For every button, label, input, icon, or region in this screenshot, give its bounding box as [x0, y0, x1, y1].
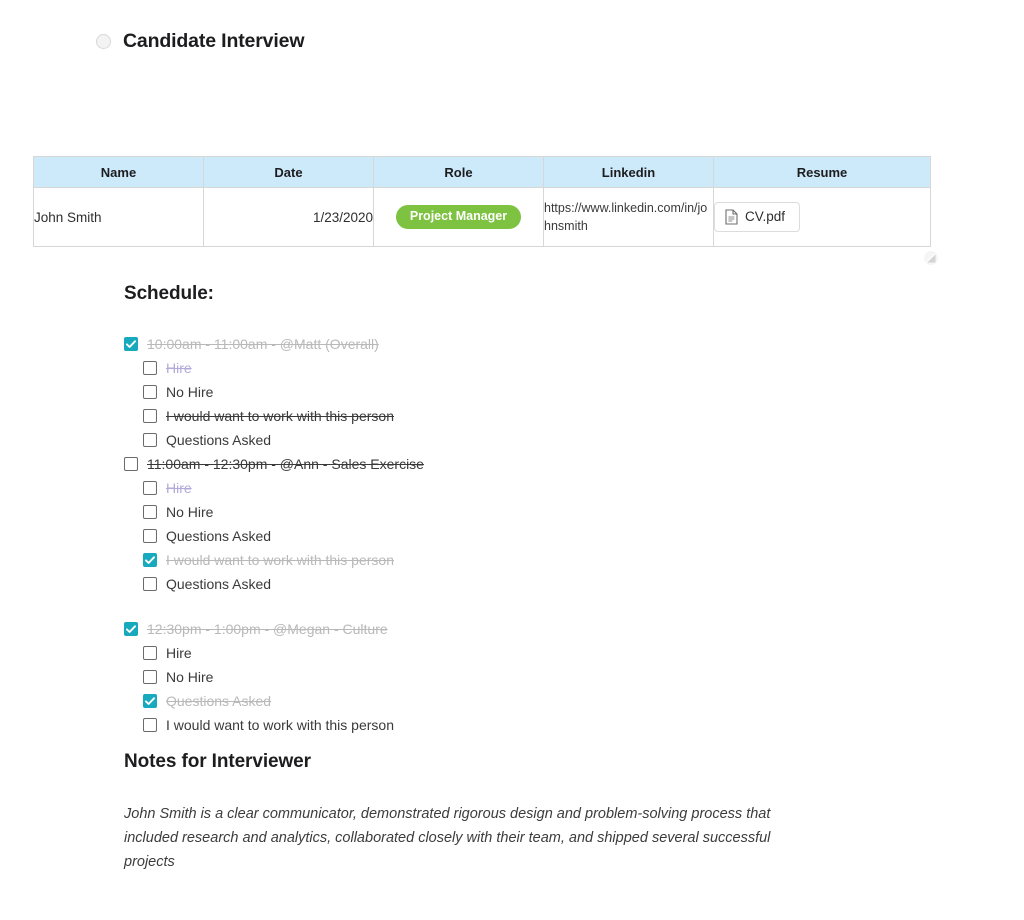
- schedule-session-2-label: 11:00am - 12:30pm - @Ann - Sales Exercis…: [147, 455, 424, 473]
- schedule-item-2-4-label: I would want to work with this person: [166, 551, 394, 569]
- schedule-item-2-2[interactable]: No Hire: [124, 500, 744, 524]
- cell-resume: CV.pdf: [714, 188, 931, 247]
- checkbox-unchecked[interactable]: [143, 481, 157, 495]
- candidate-table-container: Name Date Role Linkedin Resume John Smit…: [33, 156, 930, 247]
- table-row[interactable]: John Smith 1/23/2020 Project Manager htt…: [34, 188, 931, 247]
- schedule-group-2: 11:00am - 12:30pm - @Ann - Sales Exercis…: [124, 452, 744, 596]
- schedule-item-1-2[interactable]: No Hire: [124, 380, 744, 404]
- radio-circle-icon[interactable]: [96, 34, 111, 49]
- schedule-group-1: 10:00am - 11:00am - @Matt (Overall) Hire N…: [124, 332, 744, 452]
- schedule-item-2-3-label: Questions Asked: [166, 527, 271, 545]
- schedule-item-3-1[interactable]: Hire: [124, 641, 744, 665]
- resize-grip-icon[interactable]: [924, 251, 938, 265]
- schedule-list: 10:00am - 11:00am - @Matt (Overall) Hire N…: [124, 332, 744, 737]
- schedule-item-2-1-label: Hire: [166, 479, 192, 497]
- cell-date[interactable]: 1/23/2020: [204, 188, 374, 247]
- schedule-session-3-label: 12:30pm - 1:00pm - @Megan - Culture: [147, 620, 388, 638]
- schedule-item-2-5[interactable]: Questions Asked: [124, 572, 744, 596]
- checkbox-unchecked[interactable]: [143, 718, 157, 732]
- cell-linkedin: https://www.linkedin.com/in/johnsmith: [544, 188, 714, 247]
- schedule-item-1-1[interactable]: Hire: [124, 356, 744, 380]
- column-header-name[interactable]: Name: [34, 157, 204, 188]
- checkbox-unchecked[interactable]: [143, 529, 157, 543]
- checkbox-unchecked[interactable]: [124, 457, 138, 471]
- schedule-session-2[interactable]: 11:00am - 12:30pm - @Ann - Sales Exercis…: [124, 452, 744, 476]
- schedule-item-3-2-label: No Hire: [166, 668, 213, 686]
- document-icon: [725, 209, 738, 225]
- checkbox-checked[interactable]: [124, 337, 138, 351]
- role-badge[interactable]: Project Manager: [396, 205, 521, 229]
- schedule-item-3-4[interactable]: I would want to work with this person: [124, 713, 744, 737]
- schedule-item-3-2[interactable]: No Hire: [124, 665, 744, 689]
- candidate-table: Name Date Role Linkedin Resume John Smit…: [33, 156, 931, 247]
- checkbox-checked[interactable]: [143, 553, 157, 567]
- checkbox-unchecked[interactable]: [143, 361, 157, 375]
- column-header-resume[interactable]: Resume: [714, 157, 931, 188]
- schedule-session-3[interactable]: 12:30pm - 1:00pm - @Megan - Culture: [124, 617, 744, 641]
- schedule-item-1-4[interactable]: Questions Asked: [124, 428, 744, 452]
- checkbox-unchecked[interactable]: [143, 505, 157, 519]
- column-header-date[interactable]: Date: [204, 157, 374, 188]
- schedule-session-1[interactable]: 10:00am - 11:00am - @Matt (Overall): [124, 332, 744, 356]
- schedule-item-3-4-label: I would want to work with this person: [166, 716, 394, 734]
- checkbox-unchecked[interactable]: [143, 577, 157, 591]
- schedule-item-2-5-label: Questions Asked: [166, 575, 271, 593]
- schedule-session-1-label: 10:00am - 11:00am - @Matt (Overall): [147, 335, 379, 353]
- schedule-item-3-3[interactable]: Questions Asked: [124, 689, 744, 713]
- resume-file-name: CV.pdf: [745, 210, 785, 224]
- page-title: Candidate Interview: [123, 30, 304, 53]
- schedule-item-1-2-label: No Hire: [166, 383, 213, 401]
- schedule-item-1-1-label: Hire: [166, 359, 192, 377]
- page-header: Candidate Interview: [96, 30, 304, 53]
- checkbox-unchecked[interactable]: [143, 409, 157, 423]
- schedule-item-2-1[interactable]: Hire: [124, 476, 744, 500]
- checkbox-unchecked[interactable]: [143, 433, 157, 447]
- schedule-heading: Schedule:: [124, 283, 214, 305]
- schedule-item-2-2-label: No Hire: [166, 503, 213, 521]
- column-header-linkedin[interactable]: Linkedin: [544, 157, 714, 188]
- column-header-role[interactable]: Role: [374, 157, 544, 188]
- cell-role: Project Manager: [374, 188, 544, 247]
- schedule-item-3-3-label: Questions Asked: [166, 692, 271, 710]
- checkbox-unchecked[interactable]: [143, 385, 157, 399]
- notes-heading: Notes for Interviewer: [124, 751, 311, 773]
- table-header-row: Name Date Role Linkedin Resume: [34, 157, 931, 188]
- notes-body: John Smith is a clear communicator, demo…: [124, 802, 796, 874]
- schedule-item-3-1-label: Hire: [166, 644, 192, 662]
- checkbox-checked[interactable]: [124, 622, 138, 636]
- schedule-item-2-4[interactable]: I would want to work with this person: [124, 548, 744, 572]
- resume-file-chip[interactable]: CV.pdf: [714, 202, 800, 232]
- checkbox-unchecked[interactable]: [143, 646, 157, 660]
- schedule-item-2-3[interactable]: Questions Asked: [124, 524, 744, 548]
- checkbox-checked[interactable]: [143, 694, 157, 708]
- linkedin-link[interactable]: https://www.linkedin.com/in/johnsmith: [544, 199, 713, 235]
- cell-name[interactable]: John Smith: [34, 188, 204, 247]
- checkbox-unchecked[interactable]: [143, 670, 157, 684]
- schedule-item-1-4-label: Questions Asked: [166, 431, 271, 449]
- schedule-group-3: 12:30pm - 1:00pm - @Megan - Culture Hire N…: [124, 617, 744, 737]
- schedule-item-1-3[interactable]: I would want to work with this person: [124, 404, 744, 428]
- schedule-item-1-3-label: I would want to work with this person: [166, 407, 394, 425]
